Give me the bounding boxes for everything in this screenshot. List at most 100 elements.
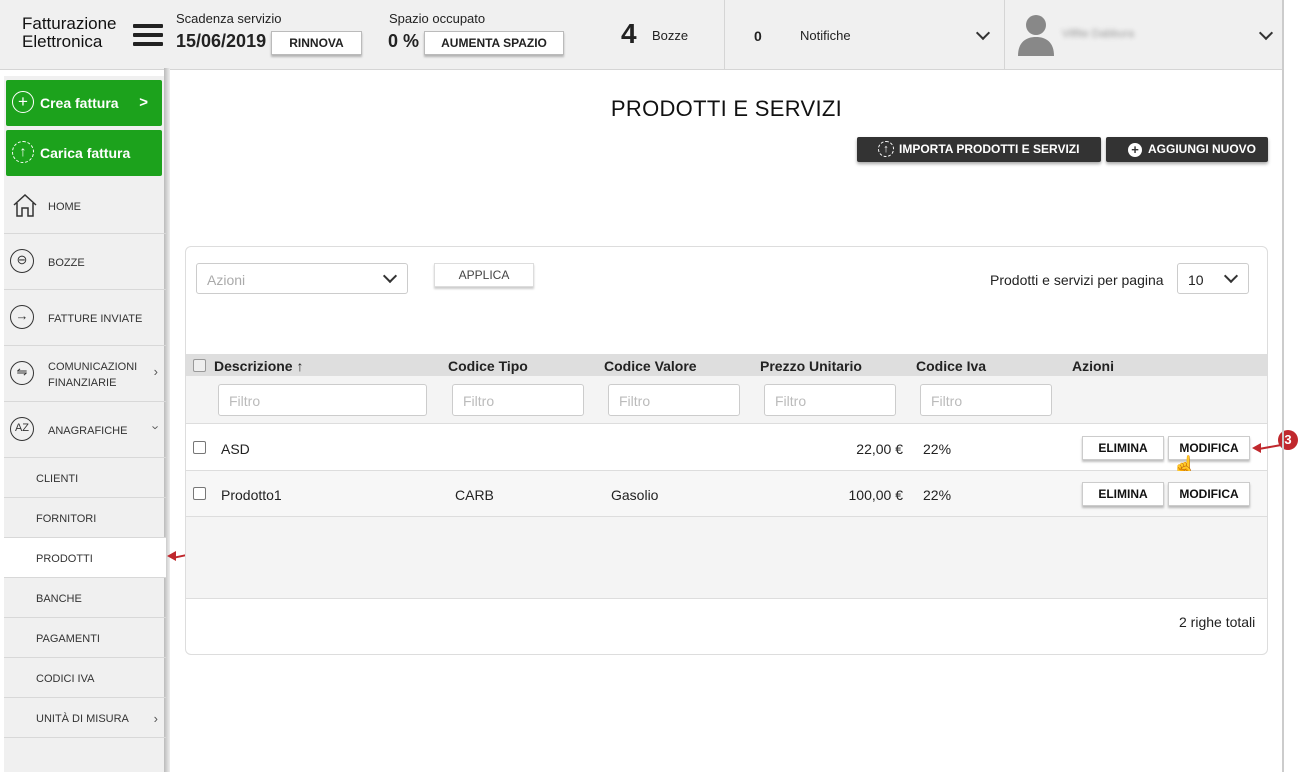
delete-button[interactable]: ELIMINA: [1082, 482, 1164, 506]
arrow-right-circle-icon: →: [10, 305, 34, 329]
sidebar-subitem-vat-codes[interactable]: CODICI IVA: [4, 658, 166, 698]
az-icon: AZ: [10, 417, 34, 441]
drafts-count[interactable]: 4: [621, 18, 637, 50]
increase-space-button[interactable]: AUMENTA SPAZIO: [424, 31, 564, 55]
filter-unit-price-input[interactable]: Filtro: [764, 384, 896, 416]
space-used-label: Spazio occupato: [389, 11, 486, 26]
app-logo[interactable]: Fatturazione Elettronica: [22, 15, 117, 51]
import-products-label: IMPORTA PRODOTTI E SERVIZI: [899, 142, 1080, 156]
total-rows-count: 2 righe totali: [1179, 614, 1256, 630]
cell-description: Prodotto1: [221, 487, 282, 503]
chevron-down-icon: ›: [148, 425, 164, 430]
label-line-1: COMUNICAZIONI: [48, 361, 138, 373]
home-icon: [13, 193, 37, 217]
user-avatar-icon[interactable]: [1016, 12, 1056, 56]
chevron-right-icon: ›: [153, 711, 158, 726]
chevron-right-icon: ›: [153, 364, 158, 379]
cell-unit-price: 100,00 €: [848, 487, 904, 503]
subitem-label: FORNITORI: [36, 513, 97, 525]
user-menu-chevron-down-icon[interactable]: [1258, 25, 1274, 41]
plus-circle-icon: +: [1128, 143, 1142, 157]
app-window: Fatturazione Elettronica Scadenza serviz…: [0, 0, 1303, 772]
filter-value-code-input[interactable]: Filtro: [608, 384, 740, 416]
per-page-select[interactable]: 10: [1177, 263, 1249, 294]
header-divider: [1004, 0, 1005, 70]
label-line-2: FINANZIARIE: [48, 377, 117, 389]
cell-unit-price: 22,00 €: [856, 441, 903, 457]
sidebar-subitem-units[interactable]: UNITÀ DI MISURA ›: [4, 698, 166, 738]
import-products-button[interactable]: ↑ IMPORTA PRODOTTI E SERVIZI: [857, 137, 1101, 162]
header-divider: [724, 0, 725, 70]
upload-invoice-label: Carica fattura: [40, 145, 131, 161]
sidebar-subitem-clients[interactable]: CLIENTI: [4, 458, 166, 498]
column-header-unit-price[interactable]: Prezzo Unitario: [760, 358, 862, 374]
sidebar-item-sent-invoices[interactable]: → FATTURE INVIATE: [4, 290, 166, 346]
subitem-label: CLIENTI: [36, 473, 79, 485]
row-checkbox[interactable]: [193, 441, 206, 454]
sidebar-subitem-suppliers[interactable]: FORNITORI: [4, 498, 166, 538]
bulk-actions-placeholder: Azioni: [207, 272, 246, 288]
upload-icon: ↑: [12, 141, 34, 163]
column-header-vat-code[interactable]: Codice Iva: [916, 358, 986, 374]
sidebar-item-registry[interactable]: AZ ANAGRAFICHE ›: [4, 402, 166, 458]
sidebar-subitem-products[interactable]: PRODOTTI: [4, 538, 166, 578]
filter-description-input[interactable]: Filtro: [218, 384, 427, 416]
cell-value-code: Gasolio: [611, 487, 659, 503]
notifications-count[interactable]: 0: [754, 28, 762, 44]
row-checkbox[interactable]: [193, 487, 206, 500]
bulk-actions-select[interactable]: Azioni: [196, 263, 408, 294]
column-label: Descrizione: [214, 358, 293, 374]
column-header-actions: Azioni: [1072, 358, 1114, 374]
delete-button[interactable]: ELIMINA: [1082, 436, 1164, 460]
sidebar-item-drafts[interactable]: ⊖ BOZZE: [4, 234, 166, 290]
upload-invoice-button[interactable]: ↑ Carica fattura: [6, 130, 162, 176]
subitem-label: CODICI IVA: [36, 673, 95, 685]
sort-ascending-icon: ↑: [296, 358, 304, 374]
cell-description: ASD: [221, 441, 250, 457]
page-title: PRODOTTI E SERVIZI: [610, 96, 843, 121]
logo-line-1: Fatturazione: [22, 14, 117, 33]
column-header-value-code[interactable]: Codice Valore: [604, 358, 697, 374]
user-name[interactable]: Vilfite Dabbura: [1062, 28, 1134, 40]
sidebar-subitem-banks[interactable]: BANCHE: [4, 578, 166, 618]
empty-table-area: [186, 517, 1267, 599]
drafts-icon: ⊖: [10, 249, 34, 273]
sidebar-item-financial-communications[interactable]: ⇋ COMUNICAZIONI FINANZIARIE ›: [4, 346, 166, 402]
add-new-button[interactable]: + AGGIUNGI NUOVO: [1106, 137, 1268, 162]
sidebar-item-label: ANAGRAFICHE: [48, 425, 128, 437]
per-page-value: 10: [1188, 272, 1204, 288]
drafts-label[interactable]: Bozze: [652, 28, 688, 43]
exchange-icon: ⇋: [10, 361, 34, 385]
chevron-down-icon: [1223, 268, 1239, 284]
service-expiry-date: 15/06/2019: [176, 31, 267, 51]
hamburger-menu-icon[interactable]: [133, 24, 163, 46]
chevron-down-icon: [382, 268, 398, 284]
filter-type-code-input[interactable]: Filtro: [452, 384, 584, 416]
window-edge: [1282, 0, 1284, 772]
filter-vat-code-input[interactable]: Filtro: [920, 384, 1052, 416]
notifications-label[interactable]: Notifiche: [800, 28, 851, 43]
service-expiry-label: Scadenza servizio: [176, 11, 282, 26]
subitem-label: PAGAMENTI: [36, 633, 100, 645]
column-header-type-code[interactable]: Codice Tipo: [448, 358, 528, 374]
apply-button[interactable]: APPLICA: [434, 263, 534, 287]
sidebar-item-home[interactable]: HOME: [4, 178, 166, 234]
cell-vat-code: 22%: [923, 487, 952, 503]
annotation-marker: 3: [1278, 430, 1298, 450]
sidebar-item-label: FATTURE INVIATE: [48, 313, 143, 325]
notifications-chevron-down-icon[interactable]: [975, 25, 991, 41]
subitem-label: PRODOTTI: [36, 553, 93, 565]
sidebar-item-label: BOZZE: [48, 257, 85, 269]
logo-line-2: Elettronica: [22, 32, 103, 51]
sidebar-subitem-payments[interactable]: PAGAMENTI: [4, 618, 166, 658]
cell-type-code: CARB: [455, 487, 494, 503]
select-all-checkbox[interactable]: [193, 359, 206, 372]
top-header: Fatturazione Elettronica Scadenza serviz…: [0, 0, 1284, 70]
sidebar-item-label: COMUNICAZIONI FINANZIARIE: [48, 359, 137, 391]
column-header-description[interactable]: Descrizione ↑: [214, 358, 303, 374]
renew-button[interactable]: RINNOVA: [271, 31, 362, 55]
upload-icon: ↑: [878, 141, 894, 157]
add-new-label: AGGIUNGI NUOVO: [1148, 142, 1257, 156]
edit-button[interactable]: MODIFICA: [1168, 482, 1250, 506]
subitem-label: BANCHE: [36, 593, 82, 605]
